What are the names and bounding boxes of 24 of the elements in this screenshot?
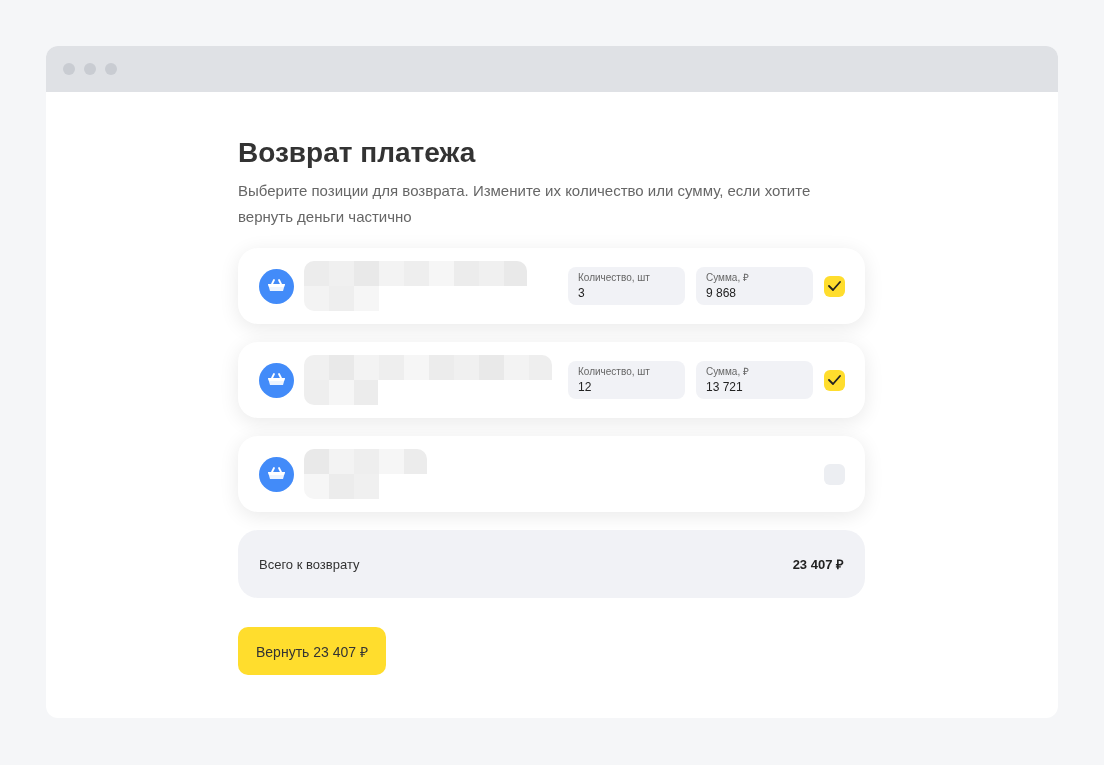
- checkbox[interactable]: [824, 275, 845, 297]
- checkmark-icon: [828, 281, 841, 291]
- field-value: 13 721: [706, 379, 744, 396]
- total-amount: 23 407 ₽: [792, 556, 844, 573]
- basket-icon: [259, 268, 294, 304]
- basket-icon: [259, 362, 294, 398]
- page-description: Выберите позиции для возврата. Измените их количество или сумму, если хотите вернуть деньги частично: [238, 181, 812, 227]
- basket-icon: [259, 456, 294, 492]
- input-field[interactable]: Количество, шт 3: [568, 267, 685, 305]
- field-label: Сумма, ₽: [706, 365, 750, 379]
- checkbox[interactable]: [824, 369, 845, 391]
- field-label: Сумма, ₽: [706, 271, 750, 285]
- field-value: 9 868: [706, 285, 738, 302]
- field-value: 3: [578, 285, 586, 302]
- refund-button[interactable]: Вернуть 23 407 ₽: [238, 627, 386, 675]
- input-field[interactable]: Сумма, ₽ 13 721: [696, 361, 813, 399]
- input-field[interactable]: Сумма, ₽ 9 868: [696, 267, 813, 305]
- page-title: Возврат платежа: [238, 136, 477, 170]
- field-label: Количество, шт: [578, 271, 651, 285]
- total-label: Всего к возврату: [259, 556, 360, 572]
- input-field[interactable]: Количество, шт 12: [568, 361, 685, 399]
- field-label: Количество, шт: [578, 365, 651, 379]
- checkmark-icon: [828, 375, 841, 385]
- field-value: 12: [578, 379, 593, 396]
